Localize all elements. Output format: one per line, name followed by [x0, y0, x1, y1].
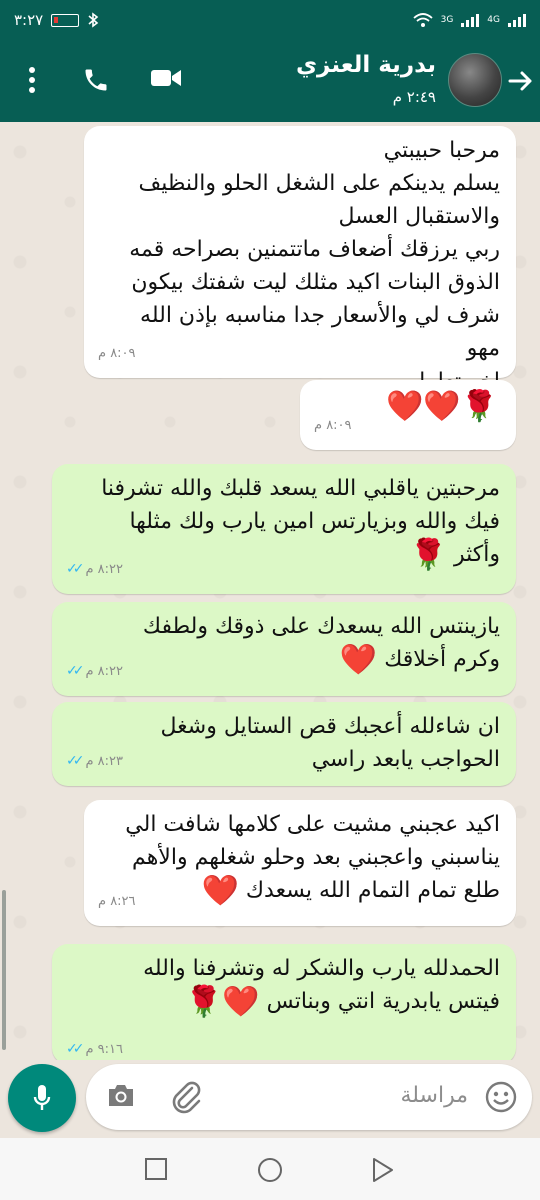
message-time: ٨:٢٦ م — [98, 894, 136, 909]
status-right: 3G 4G — [412, 12, 526, 28]
message-outgoing[interactable]: يازينتس الله يسعدك على ذوقك ولطفك وكرم أ… — [52, 602, 516, 696]
read-receipt-icon: ✓✓ — [66, 1041, 85, 1057]
camera-icon[interactable] — [106, 1082, 136, 1110]
message-line: طلع تمام التمام الله يسعدك ❤️ — [100, 874, 500, 908]
message-line-text: وأكثر — [454, 542, 500, 567]
message-line-text: فيتس يابدرية انتي وبناتس — [266, 989, 500, 1014]
recent-apps-icon[interactable] — [144, 1157, 168, 1181]
network-type-1: 3G — [440, 15, 454, 25]
message-line: فيك والله وبزيارتس امين يارب ولك مثلها — [129, 509, 500, 534]
voice-record-button[interactable] — [8, 1064, 76, 1132]
message-time: ٨:٠٩ م — [314, 418, 352, 433]
message-time: ٨:٢٢ م — [85, 664, 123, 679]
message-line: الحمدلله يارب والشكر له وتشرفنا والله — [143, 956, 500, 981]
message-meta: ٨:٠٩ م — [98, 337, 136, 370]
composer-bar: مراسلة — [0, 1060, 540, 1132]
message-line: والاستقبال العسل — [338, 204, 500, 229]
message-time: ٨:٢٢ م — [85, 562, 123, 577]
scroll-indicator[interactable] — [2, 890, 6, 1050]
more-options-icon[interactable] — [28, 66, 36, 94]
back-nav-icon[interactable] — [370, 1157, 394, 1183]
message-outgoing[interactable]: الحمدلله يارب والشكر له وتشرفنا والله في… — [52, 944, 516, 1060]
message-emoji: 🌹❤️❤️ — [385, 389, 498, 424]
back-arrow-icon[interactable] — [506, 67, 534, 95]
message-line: وأكثر 🌹 — [68, 538, 500, 572]
message-line: مرحبتين ياقلبي الله يسعد قلبك والله تشرف… — [101, 476, 500, 501]
message-line: ربي يرزقك أضعاف ماتتمنين بصراحه قمه — [129, 237, 500, 262]
message-line: اكيد عجبني مشيت على كلامها شافت الي — [125, 812, 500, 837]
message-time: ٨:٢٣ م — [85, 754, 123, 769]
message-meta: ٨:٠٩ م — [314, 409, 352, 442]
message-line: الذوق البنات اكيد مثلك ليت شفتك بيكون — [131, 270, 500, 295]
message-outgoing[interactable]: مرحبتين ياقلبي الله يسعد قلبك والله تشرف… — [52, 464, 516, 594]
message-meta: ٨:٢٦ م — [98, 885, 136, 918]
message-time: ٨:٠٩ م — [98, 346, 136, 361]
message-line: وكرم أخلاقك ❤️ — [68, 643, 500, 677]
contact-avatar[interactable] — [448, 53, 502, 107]
message-line: فيتس يابدرية انتي وبناتس ❤️🌹 — [68, 985, 500, 1019]
heart-emoji: ❤️ — [339, 642, 378, 678]
message-input[interactable]: مراسلة — [400, 1083, 468, 1108]
message-meta: ٨:٢٣ م ✓✓ — [66, 745, 123, 778]
network-type-2: 4G — [487, 15, 500, 25]
rose-emoji: 🌹 — [409, 537, 447, 573]
video-call-icon[interactable] — [150, 66, 182, 90]
system-nav-bar — [0, 1138, 540, 1200]
status-left: ٣:٢٧ — [14, 11, 99, 29]
message-incoming[interactable]: 🌹❤️❤️ ٨:٠٩ م — [300, 380, 516, 450]
message-incoming[interactable]: اكيد عجبني مشيت على كلامها شافت الي يناس… — [84, 800, 516, 926]
read-receipt-icon: ✓✓ — [66, 561, 85, 577]
message-meta: ٩:١٦ م ✓✓ — [66, 1033, 123, 1060]
heart-rose-emoji: ❤️🌹 — [184, 984, 260, 1020]
chat-header: بدرية العنزي ٢:٤٩ م — [0, 40, 540, 122]
battery-icon — [51, 13, 80, 27]
voice-call-icon[interactable] — [82, 66, 110, 94]
chat-messages[interactable]: مرحبا حبيبتي يسلم يدينكم على الشغل الحلو… — [0, 122, 540, 1060]
message-meta: ٨:٢٢ م ✓✓ — [66, 553, 123, 586]
clock: ٣:٢٧ — [14, 11, 44, 29]
bluetooth-icon — [88, 12, 99, 28]
message-line: الحواجب يابعد راسي — [311, 747, 500, 772]
heart-emoji: ❤️ — [201, 873, 239, 909]
contact-name[interactable]: بدرية العنزي — [296, 52, 436, 78]
message-line: يازينتس الله يسعدك على ذوقك ولطفك — [142, 614, 500, 639]
message-line-text: طلع تمام التمام الله يسعدك — [245, 878, 500, 903]
wifi-icon — [412, 13, 433, 27]
message-line: يناسبني واعجبني بعد وحلو شغلهم والأهم — [132, 845, 500, 870]
last-seen-status: ٢:٤٩ م — [392, 88, 436, 106]
signal-icon — [461, 13, 480, 27]
message-outgoing[interactable]: ان شاءلله أعجبك قص الستايل وشغل الحواجب … — [52, 702, 516, 786]
message-line: ان شاءلله أعجبك قص الستايل وشغل — [160, 714, 501, 739]
message-time: ٩:١٦ م — [85, 1042, 123, 1057]
message-meta: ٨:٢٢ م ✓✓ — [66, 655, 123, 688]
attach-icon[interactable] — [170, 1080, 202, 1114]
message-line-text: وكرم أخلاقك — [384, 647, 500, 672]
read-receipt-icon: ✓✓ — [66, 663, 85, 679]
home-icon[interactable] — [257, 1157, 283, 1183]
mic-icon — [33, 1085, 51, 1110]
message-line: شرف لي والأسعار جدا مناسبه بإذن الله مهو — [140, 303, 500, 361]
message-input-container[interactable]: مراسلة — [86, 1064, 532, 1130]
emoji-icon[interactable] — [484, 1080, 518, 1114]
read-receipt-icon: ✓✓ — [66, 753, 85, 769]
message-line: يسلم يدينكم على الشغل الحلو والنظيف — [138, 171, 500, 196]
status-bar: ٣:٢٧ 3G 4G — [0, 0, 540, 40]
message-line: مرحبا حبيبتي — [383, 138, 500, 163]
message-incoming[interactable]: مرحبا حبيبتي يسلم يدينكم على الشغل الحلو… — [84, 126, 516, 394]
signal-icon-2 — [508, 13, 526, 27]
